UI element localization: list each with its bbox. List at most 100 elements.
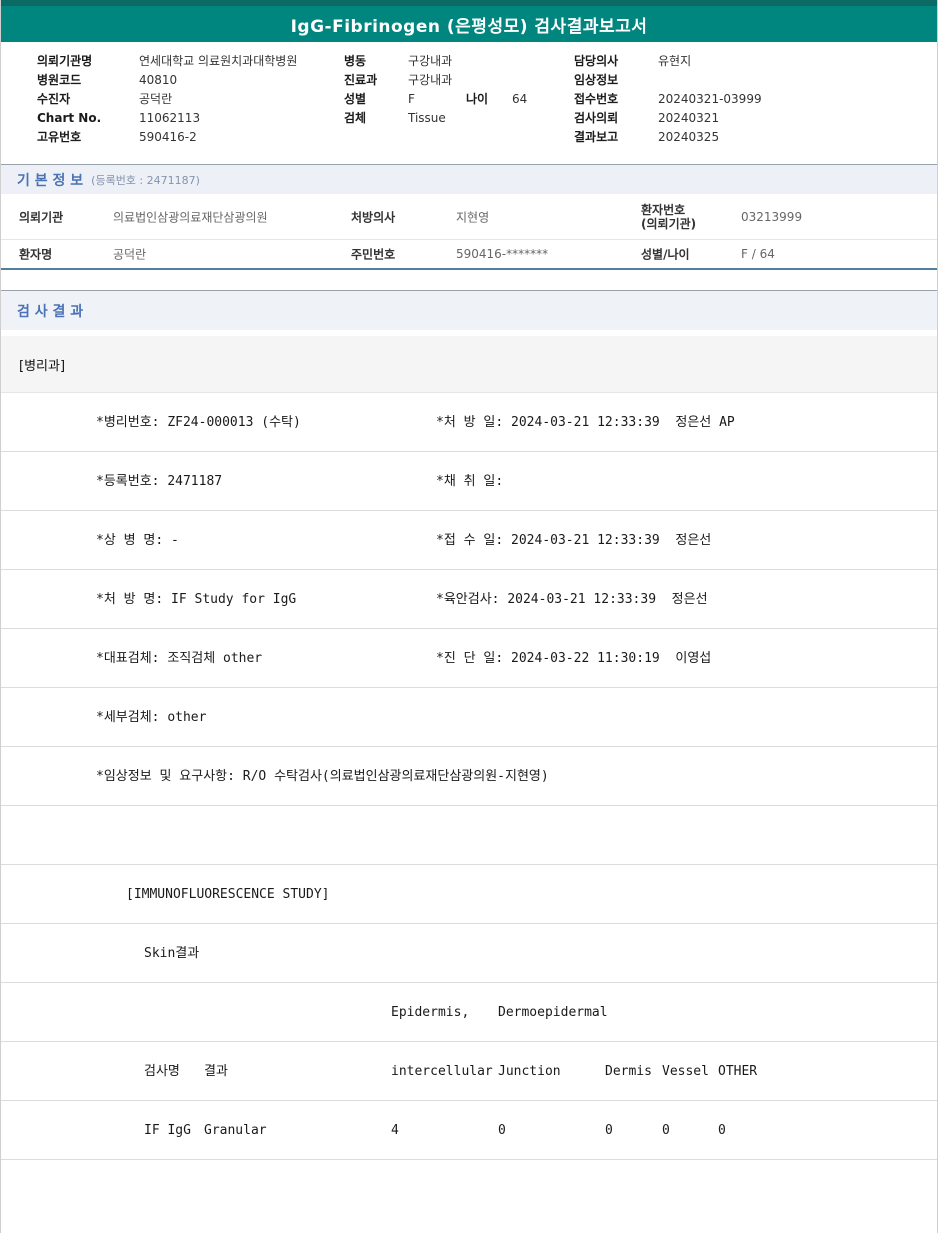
department-label: [병리과]	[19, 358, 66, 374]
result-junction-value: 0	[498, 1123, 506, 1138]
results-heading: 검 사 결 과	[17, 303, 84, 320]
detail-row: *병리번호: ZF24-000013 (수탁) *처 방 일: 2024-03-…	[1, 393, 937, 452]
col-header-intercellular: intercellular	[391, 1064, 493, 1079]
cell-label: 환자번호 (의뢰기관)	[641, 203, 696, 231]
field-label: 병원코드	[37, 73, 82, 87]
field-label: 접수번호	[574, 92, 619, 106]
result-other-value: 0	[718, 1123, 726, 1138]
col-header-vessel: Vessel	[662, 1064, 709, 1079]
header-row: 담당의사 유현지	[574, 52, 762, 71]
header-row: 결과보고 20240325	[574, 128, 762, 147]
field-label: 결과보고	[574, 130, 619, 144]
cell-label: 주민번호	[351, 247, 396, 262]
field-value: Tissue	[408, 111, 446, 125]
cell-label: 의뢰기관	[19, 210, 64, 224]
result-table-header-top: Epidermis, Dermoepidermal	[1, 983, 937, 1042]
field-label: 진료과	[344, 73, 378, 87]
table-row: 환자명 공덕란 주민번호 590416-******* 성별/나이 F / 64	[1, 240, 937, 270]
detail-row: *임상정보 및 요구사항: R/O 수탁검사(의료법인삼광의료재단삼광의원-지현…	[1, 747, 937, 806]
header-row: 검사의뢰 20240321	[574, 109, 762, 128]
detail-right-text: *진 단 일: 2024-03-22 11:30:19 이영섭	[436, 651, 712, 666]
report-header: 의뢰기관명 연세대학교 의료원치과대학병원 병원코드 40810 수진자 공덕란 Ch…	[1, 42, 937, 164]
detail-left-text: *처 방 명: IF Study for IgG	[96, 592, 297, 607]
department-band: [병리과]	[1, 336, 937, 393]
field-label: 나이	[466, 92, 489, 106]
header-row: Chart No. 11062113	[37, 109, 297, 128]
header-row: 병원코드 40810	[37, 71, 297, 90]
col-header-result: 결과	[204, 1064, 228, 1079]
col-header-epidermis: Epidermis,	[391, 1005, 470, 1020]
detail-right-text: *접 수 일: 2024-03-21 12:33:39 정은선	[436, 533, 712, 548]
field-value: 구강내과	[408, 54, 453, 68]
result-table-row: IF IgG Granular 4 0 0 0 0	[1, 1101, 937, 1160]
field-label: 검체	[344, 111, 367, 125]
field-value: 유현지	[658, 54, 692, 68]
field-label: 병동	[344, 54, 367, 68]
header-row: 진료과 구강내과	[344, 71, 527, 90]
cell-label: 환자명	[19, 247, 53, 262]
header-row: 병동 구강내과	[344, 52, 527, 71]
field-value: 20240325	[658, 130, 720, 144]
detail-row: *처 방 명: IF Study for IgG *육안검사: 2024-03-…	[1, 570, 937, 629]
header-row: 고유번호 590416-2	[37, 128, 297, 147]
cell-label-line1: 환자번호	[641, 202, 686, 217]
col-header-dermis: Dermis	[605, 1064, 652, 1079]
field-value: 공덕란	[139, 92, 173, 106]
field-value: 11062113	[139, 111, 201, 125]
header-row: 임상정보	[574, 71, 762, 90]
detail-row: *대표검체: 조직검체 other *진 단 일: 2024-03-22 11:…	[1, 629, 937, 688]
field-label: 임상정보	[574, 73, 619, 87]
cell-value: F / 64	[741, 247, 775, 261]
skin-result-label: Skin결과	[144, 946, 200, 961]
result-intercellular-value: 4	[391, 1123, 399, 1138]
table-row: 의뢰기관 의료법인삼광의료재단삼광의원 처방의사 지현영 환자번호 (의뢰기관) …	[1, 194, 937, 240]
col-header-test: 검사명	[144, 1064, 180, 1079]
cell-value: 지현영	[456, 210, 490, 224]
cell-label-line2: (의뢰기관)	[641, 216, 697, 231]
cell-value: 03213999	[741, 209, 803, 224]
field-value: 40810	[139, 73, 178, 87]
field-value: 연세대학교 의료원치과대학병원	[139, 54, 298, 68]
field-label: 성별	[344, 92, 367, 106]
registration-number: (등록번호 : 2471187)	[91, 173, 200, 187]
detail-row: *상 병 명: - *접 수 일: 2024-03-21 12:33:39 정은…	[1, 511, 937, 570]
result-dermis-value: 0	[605, 1123, 613, 1138]
detail-right-text: *채 취 일:	[436, 474, 504, 489]
header-col-visit: 병동 구강내과 진료과 구강내과 성별 F 나이 64 검체 Tissue	[344, 52, 527, 128]
field-value: 20240321	[658, 111, 720, 125]
basic-info-table: 의뢰기관 의료법인삼광의료재단삼광의원 처방의사 지현영 환자번호 (의뢰기관) …	[1, 194, 937, 270]
result-table-header: 검사명 결과 intercellular Junction Dermis Ves…	[1, 1042, 937, 1101]
cell-label: 성별/나이	[641, 247, 690, 262]
detail-right-text: *처 방 일: 2024-03-21 12:33:39 정은선 AP	[436, 415, 735, 430]
report-page: IgG-Fibrinogen (은평성모) 검사결과보고서 의뢰기관명 연세대학교…	[0, 0, 938, 1233]
detail-right-text: *육안검사: 2024-03-21 12:33:39 정은선	[436, 592, 708, 607]
basic-info-section-header: 기 본 정 보 (등록번호 : 2471187)	[1, 164, 937, 194]
field-label: 고유번호	[37, 130, 82, 144]
field-value: 590416-2	[139, 130, 197, 144]
detail-row: Skin결과	[1, 924, 937, 983]
study-title: [IMMUNOFLUORESCENCE STUDY]	[126, 887, 330, 902]
field-value: 20240321-03999	[658, 92, 762, 106]
field-label: Chart No.	[37, 111, 102, 125]
detail-row: *등록번호: 2471187 *채 취 일:	[1, 452, 937, 511]
detail-left-text: *등록번호: 2471187	[96, 474, 223, 489]
header-row: 검체 Tissue	[344, 109, 527, 128]
field-label: 수진자	[37, 92, 71, 106]
results-section-header: 검 사 결 과	[1, 290, 937, 330]
header-row: 접수번호 20240321-03999	[574, 90, 762, 109]
col-header-other: OTHER	[718, 1064, 758, 1079]
detail-left-text: *대표검체: 조직검체 other	[96, 651, 263, 666]
field-value: F	[408, 92, 415, 106]
pathology-details: *병리번호: ZF24-000013 (수탁) *처 방 일: 2024-03-…	[1, 393, 937, 1160]
header-row: 수진자 공덕란	[37, 90, 297, 109]
report-title-band: IgG-Fibrinogen (은평성모) 검사결과보고서	[1, 6, 937, 42]
cell-value: 의료법인삼광의료재단삼광의원	[113, 210, 268, 224]
field-label: 의뢰기관명	[37, 54, 93, 68]
result-pattern: Granular	[204, 1123, 267, 1138]
detail-left-text: *상 병 명: -	[96, 533, 179, 548]
result-vessel-value: 0	[662, 1123, 670, 1138]
detail-left-text: *임상정보 및 요구사항: R/O 수탁검사(의료법인삼광의료재단삼광의원-지현…	[96, 769, 549, 784]
basic-info-heading: 기 본 정 보	[17, 172, 84, 189]
field-value: 구강내과	[408, 73, 453, 87]
cell-value: 590416-*******	[456, 247, 549, 261]
